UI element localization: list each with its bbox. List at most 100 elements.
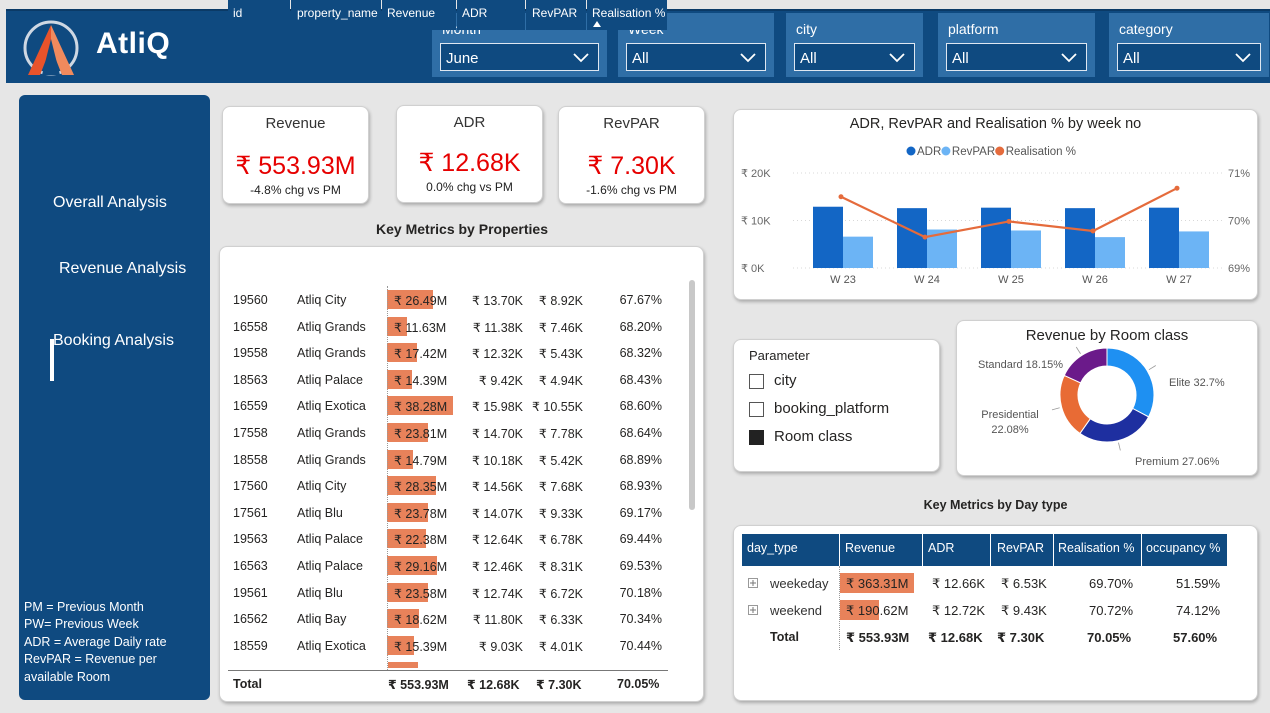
table-row[interactable]: 16558 Atliq Grands ₹ 11.63M ₹ 11.38K ₹ 7.46K…: [228, 313, 668, 340]
kpi-card-revenue: Revenue ₹ 553.93M -4.8% chg vs PM: [222, 106, 369, 204]
cell-property-name: Atliq Grands: [297, 346, 366, 361]
cell-adr: ₹ 9.42K: [478, 373, 523, 388]
kpi-card-revpar: RevPAR ₹ 7.30K -1.6% chg vs PM: [558, 106, 705, 204]
donut-slice-premium: [1079, 407, 1150, 443]
cell-revpar: ₹ 8.31K: [538, 560, 583, 574]
donut-slice-standard: [1063, 347, 1108, 384]
table-row[interactable]: 17560 Atliq City ₹ 28.35M ₹ 14.56K ₹ 7.68K 68…: [228, 472, 668, 499]
checkbox-checked[interactable]: [749, 430, 764, 445]
table-row[interactable]: 19563 Atliq Palace ₹ 22.38M ₹ 12.64K ₹ 6.78K…: [228, 525, 668, 552]
column-header-revpar[interactable]: RevPAR: [526, 0, 586, 30]
column-header-realisation[interactable]: Realisation %: [1054, 534, 1141, 566]
cell-revenue: ₹ 11.63M: [394, 320, 447, 335]
cell-occupancy: 51.59%: [1176, 576, 1221, 591]
category-filter-label: category: [1119, 21, 1173, 37]
cell-adr: ₹ 14.07K: [471, 506, 523, 521]
cell-revpar: ₹ 8.92K: [538, 294, 583, 308]
cell-revenue: ₹ 363.31M: [846, 576, 909, 591]
cell-revenue: ₹ 14.39M: [394, 373, 448, 388]
expand-plus-icon[interactable]: [748, 578, 758, 588]
legend-marker: [906, 146, 916, 156]
cell-revenue: ₹ 15.39M: [394, 639, 448, 654]
donut-slice-elite: [1106, 347, 1155, 418]
cell-revenue: ₹ 29.16M: [394, 560, 448, 574]
weekly-chart-title: ADR, RevPAR and Realisation % by week no: [849, 116, 1142, 132]
checkbox[interactable]: [749, 402, 764, 417]
chevron-down-icon: [740, 53, 756, 63]
city-dropdown[interactable]: All: [794, 43, 915, 71]
table-row[interactable]: 16559 Atliq Exotica ₹ 38.28M ₹ 15.98K ₹ 10.5…: [228, 392, 668, 419]
atliq-logo-icon: [23, 20, 79, 76]
week-dropdown[interactable]: All: [626, 43, 766, 71]
cell-realisation: 69.70%: [1089, 576, 1134, 591]
realisation-point: [838, 194, 844, 200]
cell-id: 18563: [233, 372, 268, 387]
table-scrollbar[interactable]: [689, 280, 695, 510]
table-row[interactable]: 19561 Atliq Blu ₹ 23.58M ₹ 12.74K ₹ 6.72K 70.…: [228, 579, 668, 606]
table-row[interactable]: 16562 Atliq Bay ₹ 18.62M ₹ 11.80K ₹ 6.33K 70.…: [228, 605, 668, 632]
cell-realisation: 70.44%: [619, 638, 662, 653]
total-revenue: ₹ 553.93M: [388, 678, 449, 692]
slice-label: Premium 27.06%: [1135, 456, 1220, 468]
cell-adr: ₹ 10.18K: [471, 453, 523, 468]
x-tick-label: W 26: [1082, 274, 1108, 286]
cell-property-name: Atliq Bay: [297, 612, 347, 627]
cell-adr: ₹ 11.38K: [472, 320, 523, 335]
column-header-revenue[interactable]: Revenue: [840, 534, 922, 566]
table-row[interactable]: 18559 Atliq Exotica ₹ 15.39M ₹ 9.03K ₹ 4.01K…: [228, 632, 668, 659]
note-line: available Room: [24, 669, 111, 684]
cell-realisation: 68.64%: [619, 426, 662, 440]
kpi-change: -1.6% chg vs PM: [586, 183, 677, 197]
y-right-tick-label: 71%: [1228, 168, 1250, 180]
cell-revpar: ₹ 10.55K: [531, 400, 583, 415]
checkbox[interactable]: [749, 374, 764, 389]
table-row[interactable]: 19558 Atliq Grands ₹ 17.42M ₹ 12.32K ₹ 5.43K…: [228, 339, 668, 366]
platform-filter[interactable]: platform All: [938, 13, 1095, 77]
legend-marker: [941, 146, 951, 156]
cell-id: 16559: [233, 399, 268, 414]
cell-adr: ₹ 14.56K: [471, 480, 523, 495]
cell-revenue: ₹ 18.62M: [394, 613, 448, 628]
column-header-property-name[interactable]: property_name: [291, 0, 381, 30]
column-header-adr[interactable]: ADR: [923, 534, 990, 566]
cell-revpar: ₹ 6.78K: [538, 533, 583, 548]
nav-booking-analysis[interactable]: Booking Analysis: [53, 332, 174, 350]
table-row[interactable]: 17561 Atliq Blu ₹ 23.78M ₹ 14.07K ₹ 9.33K 69.…: [228, 499, 668, 526]
column-header-adr[interactable]: ADR: [457, 0, 525, 30]
table-row[interactable]: weekend ₹ 190.62M ₹ 12.72K ₹ 9.43K 70.72% 74.…: [742, 597, 1228, 623]
table-row[interactable]: 18563 Atliq Palace ₹ 14.39M ₹ 9.42K ₹ 4.94K 6…: [228, 366, 668, 393]
column-header-day-type[interactable]: day_type: [742, 534, 839, 566]
table-row[interactable]: 19560 Atliq City ₹ 26.49M ₹ 13.70K ₹ 8.92K 67…: [228, 286, 668, 313]
cell-id: 19563: [233, 532, 268, 547]
table-row[interactable]: 16563 Atliq Palace ₹ 29.16M ₹ 12.46K ₹ 8.31K…: [228, 552, 668, 579]
column-header-revenue[interactable]: Revenue: [382, 0, 456, 30]
table-row[interactable]: weekeday ₹ 363.31M ₹ 12.66K ₹ 6.53K 69.70% 51…: [742, 570, 1228, 596]
cell-property-name: Atliq Palace: [297, 372, 364, 387]
column-header-revpar[interactable]: RevPAR: [991, 534, 1053, 566]
category-filter[interactable]: category All: [1109, 13, 1269, 77]
column-header-occupancy[interactable]: occupancy %: [1142, 534, 1227, 566]
expand-plus-icon[interactable]: [748, 605, 758, 615]
abbreviation-notes: PM = Previous Month PW= Previous Week AD…: [24, 599, 167, 686]
kpi-title: RevPAR: [603, 115, 660, 132]
cell-adr: ₹ 12.32K: [471, 347, 523, 362]
nav-revenue-analysis[interactable]: Revenue Analysis: [59, 260, 186, 278]
kpi-value: ₹ 7.30K: [587, 152, 676, 180]
table-row[interactable]: 17558 Atliq Grands ₹ 23.81M ₹ 14.70K ₹ 7.78K…: [228, 419, 668, 446]
cell-id: 16563: [233, 559, 268, 573]
kpi-change: -4.8% chg vs PM: [250, 183, 341, 197]
chevron-down-icon: [889, 53, 905, 63]
table-row[interactable]: 18558 Atliq Grands ₹ 14.79M ₹ 10.18K ₹ 5.42K…: [228, 446, 668, 473]
nav-overall-analysis[interactable]: Overall Analysis: [53, 194, 167, 212]
column-header-realisation[interactable]: Realisation %: [587, 0, 667, 30]
parameter-slicer: Parameter city booking_platform Room cla…: [733, 339, 940, 472]
platform-dropdown[interactable]: All: [946, 43, 1087, 71]
month-dropdown[interactable]: June: [440, 43, 599, 71]
column-header-id[interactable]: id: [228, 0, 290, 30]
total-revenue: ₹ 553.93M: [846, 630, 910, 645]
legend-label: ADR: [917, 146, 941, 158]
city-filter[interactable]: city All: [786, 13, 923, 77]
cell-revpar: ₹ 9.33K: [538, 506, 583, 521]
week-dropdown-value: All: [632, 50, 649, 67]
category-dropdown[interactable]: All: [1117, 43, 1261, 71]
